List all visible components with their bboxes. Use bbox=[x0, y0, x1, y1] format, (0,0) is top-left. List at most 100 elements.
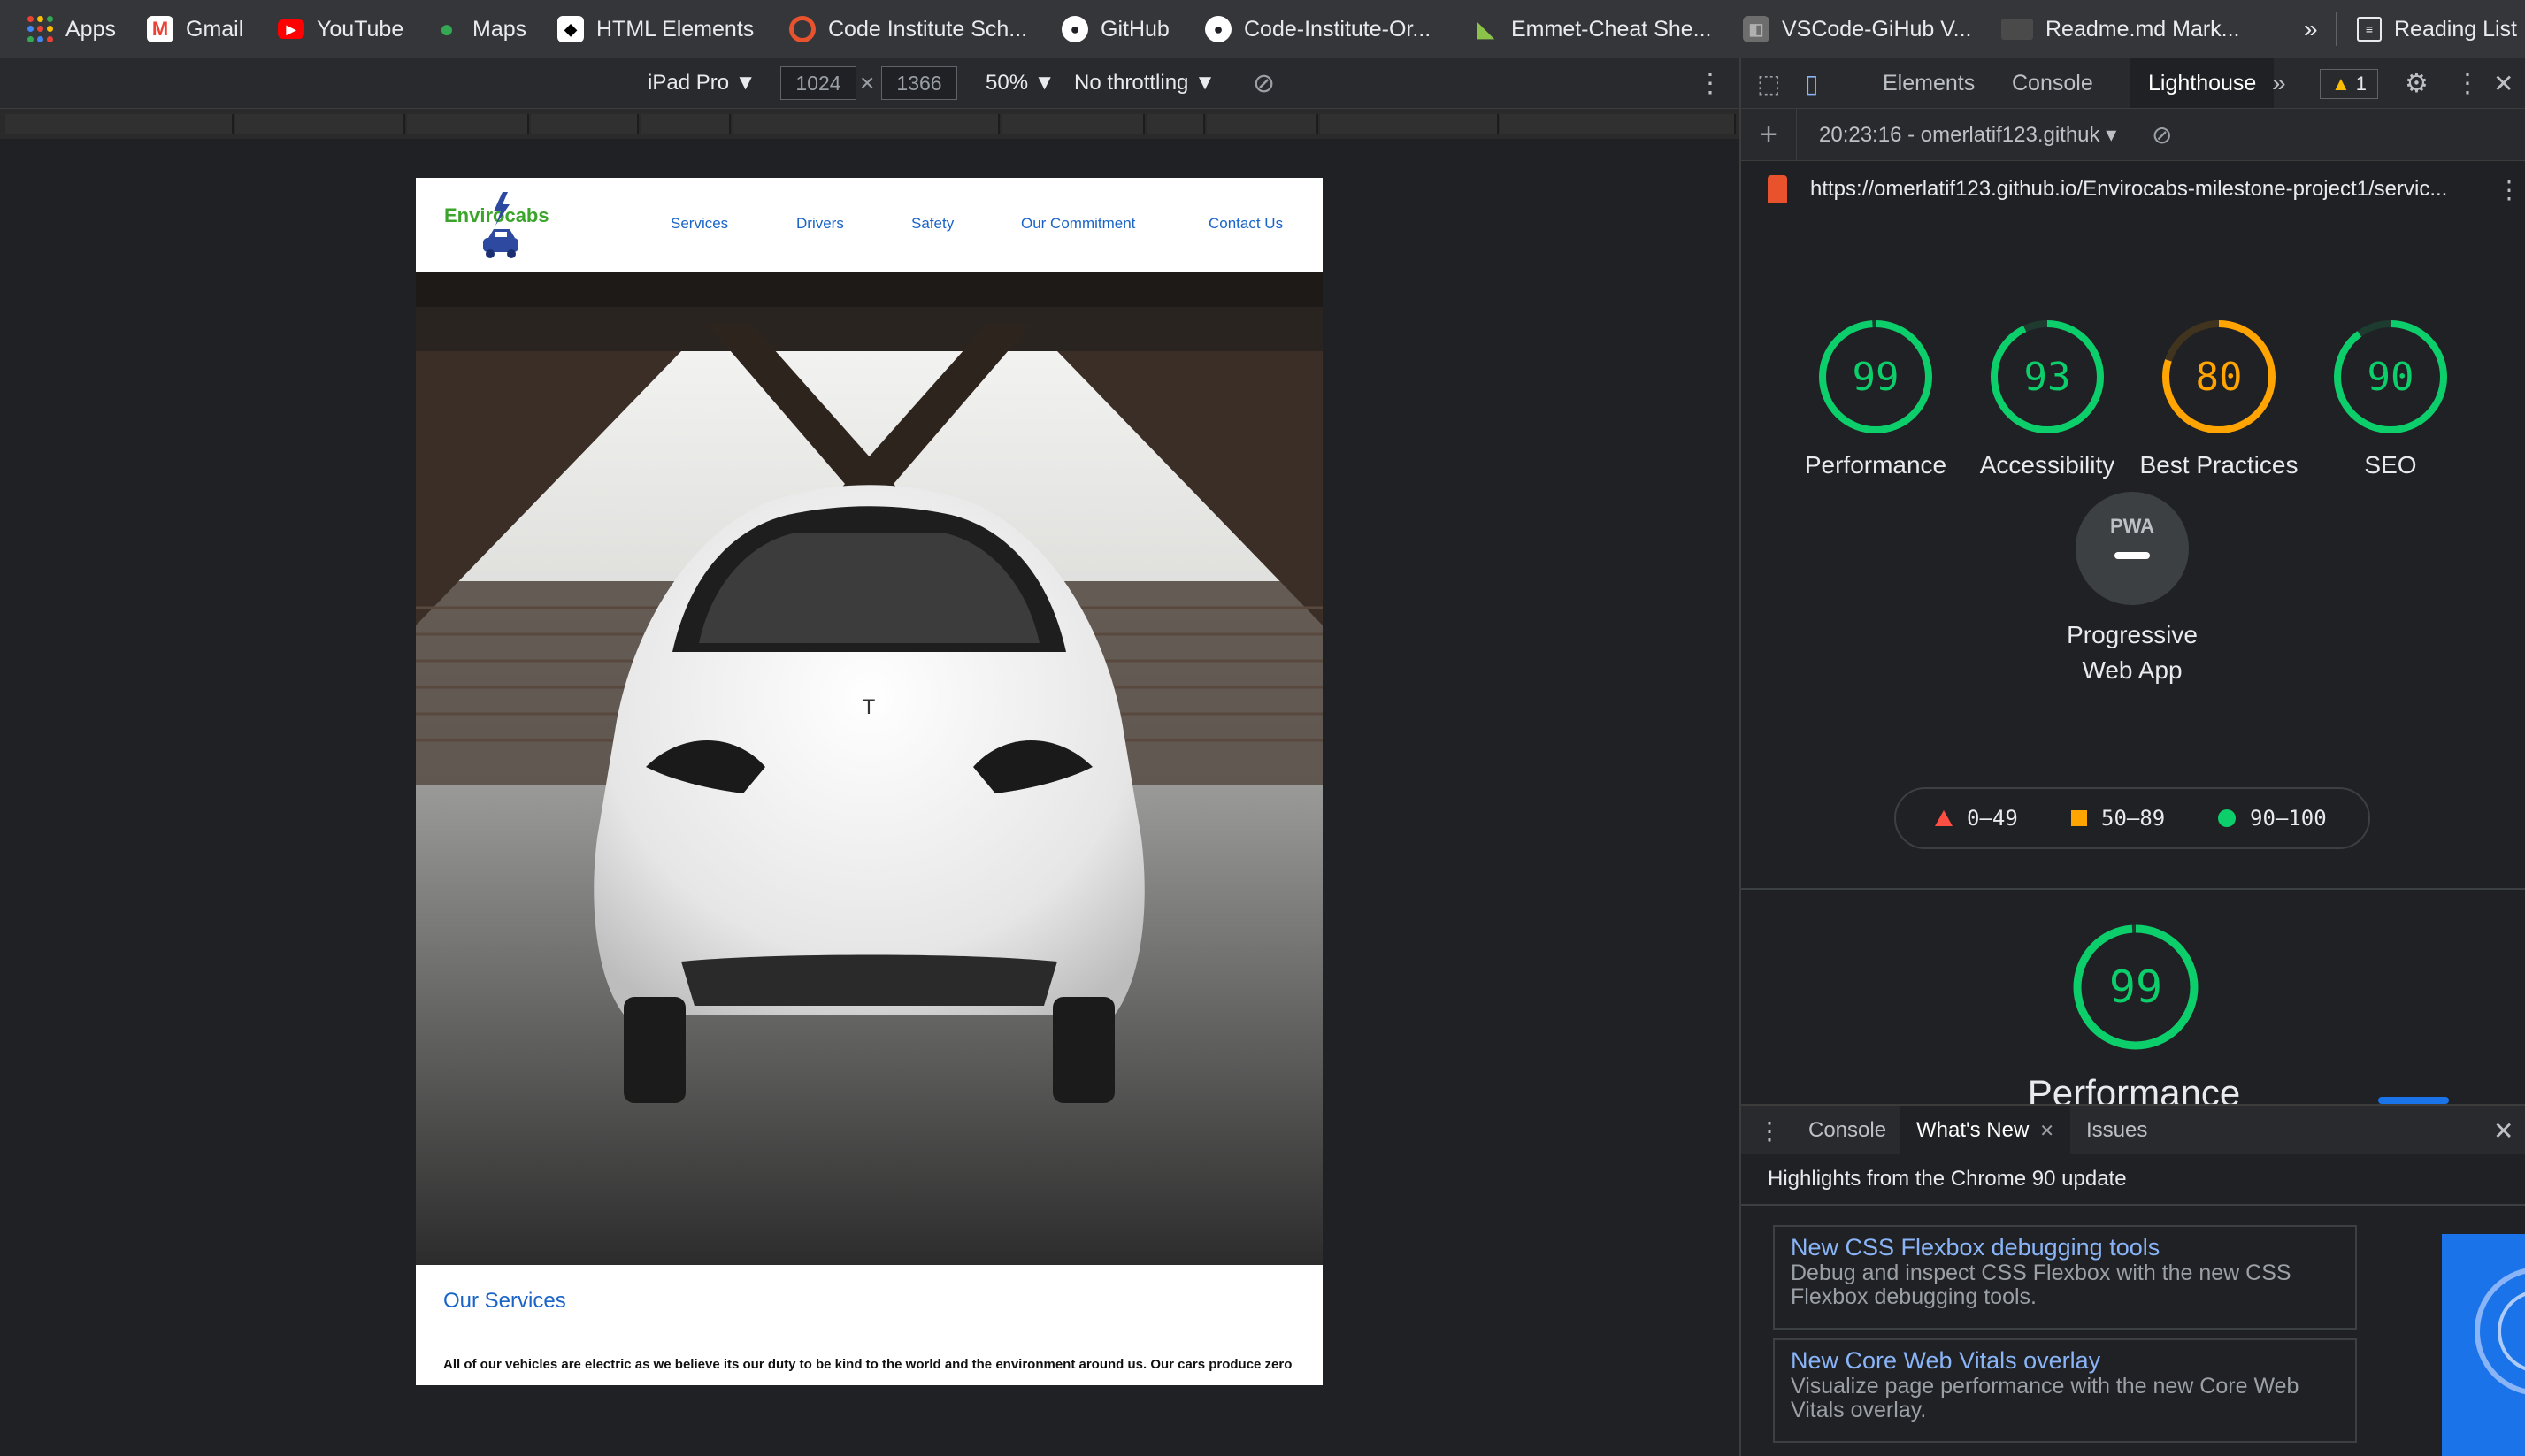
lighthouse-report: 99 Performance 93 Accessibility 80 Best … bbox=[1741, 218, 2525, 1114]
bookmark-maps[interactable]: ● Maps bbox=[434, 0, 527, 58]
bookmark-code-institute[interactable]: Code Institute Sch... bbox=[789, 0, 1027, 58]
bookmark-youtube[interactable]: ▶ YouTube bbox=[278, 0, 403, 58]
nav-services[interactable]: Services bbox=[671, 215, 728, 233]
media-query-segment[interactable] bbox=[235, 114, 405, 134]
devtools-panel: ⬚ ▯ Elements Console Lighthouse » ▲ 1 ⚙ … bbox=[1739, 58, 2525, 1456]
bookmark-label: Gmail bbox=[186, 16, 244, 42]
device-select[interactable]: iPad Pro ▼ bbox=[648, 58, 756, 108]
whats-new-card[interactable]: New CSS Flexbox debugging tools Debug an… bbox=[1773, 1225, 2357, 1330]
bookmark-label: GitHub bbox=[1101, 16, 1170, 42]
whats-new-card[interactable]: New Core Web Vitals overlay Visualize pa… bbox=[1773, 1338, 2357, 1443]
settings-gear-icon[interactable]: ⚙ bbox=[2405, 58, 2429, 108]
inspect-element-icon[interactable]: ⬚ bbox=[1757, 58, 1780, 108]
site-header: Envirocabs Services Drivers Safety Our C… bbox=[416, 178, 1323, 272]
score-gauge-best-practices[interactable]: 80 bbox=[2160, 318, 2277, 435]
warnings-counter[interactable]: ▲ 1 bbox=[2320, 69, 2378, 99]
bookmark-html-elements[interactable]: ◆ HTML Elements bbox=[557, 0, 754, 58]
media-query-segment[interactable] bbox=[1147, 114, 1205, 134]
card-title[interactable]: New CSS Flexbox debugging tools bbox=[1791, 1234, 2339, 1261]
score-value: 80 bbox=[2195, 354, 2243, 400]
bookmark-github[interactable]: ● GitHub bbox=[1062, 0, 1170, 58]
score-gauge-accessibility[interactable]: 93 bbox=[1989, 318, 2106, 435]
media-query-segment[interactable] bbox=[407, 114, 529, 134]
triangle-icon bbox=[1935, 810, 1953, 826]
media-query-segment[interactable] bbox=[1500, 114, 1736, 134]
bookmark-readme[interactable]: Readme.md Mark... bbox=[2001, 0, 2240, 58]
score-gauge-seo[interactable]: 90 bbox=[2332, 318, 2449, 435]
scroll-indicator[interactable] bbox=[2378, 1097, 2449, 1104]
close-drawer-icon[interactable]: ✕ bbox=[2493, 1106, 2513, 1155]
drawer-tab-bar: ⋮ Console What's New ✕ Issues ✕ bbox=[1741, 1104, 2525, 1156]
media-query-segment[interactable] bbox=[1002, 114, 1145, 134]
pwa-badge[interactable]: PWA bbox=[2076, 492, 2189, 605]
viewport-height-input[interactable]: 1366 bbox=[881, 66, 957, 100]
viewport-width-input[interactable]: 1024 bbox=[780, 66, 856, 100]
media-query-segment[interactable] bbox=[641, 114, 731, 134]
devtools-menu-icon[interactable]: ⋮ bbox=[2454, 58, 2481, 108]
more-options-icon[interactable]: ⋮ bbox=[1697, 58, 1723, 108]
gmail-icon: M bbox=[147, 16, 173, 42]
clear-reports-icon[interactable]: ⊘ bbox=[2152, 109, 2172, 160]
report-select[interactable]: 20:23:16 - omerlatif123.githuk ▾ bbox=[1819, 109, 2116, 160]
bookmark-code-institute-org[interactable]: ● Code-Institute-Or... bbox=[1205, 0, 1431, 58]
tab-console[interactable]: Console bbox=[2012, 58, 2093, 108]
bookmark-label: VSCode-GiHub V... bbox=[1782, 16, 1972, 42]
divider bbox=[1741, 1204, 2525, 1206]
close-tab-icon[interactable]: ✕ bbox=[2039, 1120, 2054, 1142]
youtube-icon: ▶ bbox=[278, 19, 304, 39]
media-query-segment[interactable] bbox=[5, 114, 234, 134]
media-query-segment[interactable] bbox=[1207, 114, 1318, 134]
tab-elements[interactable]: Elements bbox=[1883, 58, 1975, 108]
reading-list-button[interactable]: ≡ Reading List bbox=[2357, 0, 2517, 58]
score-value: 93 bbox=[2023, 354, 2071, 400]
score-value: 90 bbox=[2367, 354, 2414, 400]
apps-grid-icon bbox=[27, 16, 53, 42]
nav-safety[interactable]: Safety bbox=[911, 215, 954, 233]
drawer-tab-console[interactable]: Console bbox=[1808, 1106, 1886, 1155]
nav-drivers[interactable]: Drivers bbox=[796, 215, 844, 233]
more-tabs-button[interactable]: » bbox=[2272, 58, 2286, 108]
card-title[interactable]: New Core Web Vitals overlay bbox=[1791, 1347, 2339, 1375]
bookmark-gmail[interactable]: M Gmail bbox=[147, 0, 243, 58]
new-report-button[interactable]: + bbox=[1741, 109, 1797, 160]
close-devtools-icon[interactable]: ✕ bbox=[2493, 58, 2513, 108]
section-title-our-services: Our Services bbox=[443, 1289, 566, 1313]
pwa-label: Progressive Web App bbox=[2067, 621, 2198, 684]
bookmarks-bar: Apps M Gmail ▶ YouTube ● Maps ◆ HTML Ele… bbox=[0, 0, 2525, 59]
nav-contact-us[interactable]: Contact Us bbox=[1209, 215, 1283, 233]
tab-lighthouse[interactable]: Lighthouse bbox=[2130, 58, 2275, 108]
github-icon: ● bbox=[1062, 16, 1088, 42]
bookmark-label: HTML Elements bbox=[596, 16, 755, 42]
zoom-select[interactable]: 50% ▼ bbox=[986, 58, 1055, 108]
score-gauge-performance[interactable]: 99 bbox=[1817, 318, 1934, 435]
lighthouse-toolbar: + 20:23:16 - omerlatif123.githuk ▾ ⊘ bbox=[1741, 109, 2525, 161]
section-divider bbox=[1741, 888, 2525, 890]
drawer-tab-issues[interactable]: Issues bbox=[2086, 1106, 2147, 1155]
media-query-segment[interactable] bbox=[1320, 114, 1499, 134]
square-icon bbox=[2071, 810, 2087, 826]
nav-our-commitment[interactable]: Our Commitment bbox=[1021, 215, 1135, 233]
whats-new-heading: Highlights from the Chrome 90 update bbox=[1768, 1167, 2127, 1191]
legend-pass: 90–100 bbox=[2218, 789, 2327, 847]
bookmark-emmet[interactable]: ◣ Emmet-Cheat She... bbox=[1472, 0, 1712, 58]
report-menu-icon[interactable]: ⋮ bbox=[2497, 161, 2521, 218]
drawer-menu-icon[interactable]: ⋮ bbox=[1757, 1106, 1782, 1155]
hero-image-white-electric-car: T bbox=[416, 272, 1323, 1265]
bookmark-vscode-github[interactable]: ◧ VSCode-GiHub V... bbox=[1743, 0, 1971, 58]
media-query-bar bbox=[0, 109, 1739, 139]
throttling-select[interactable]: No throttling ▼ bbox=[1074, 58, 1216, 108]
emulated-viewport: Envirocabs Services Drivers Safety Our C… bbox=[416, 178, 1323, 1385]
bookmark-apps[interactable]: Apps bbox=[27, 0, 116, 58]
emmet-icon: ◣ bbox=[1477, 17, 1494, 42]
media-query-segment[interactable] bbox=[531, 114, 639, 134]
reading-list-icon: ≡ bbox=[2357, 17, 2382, 42]
device-toggle-icon[interactable]: ▯ bbox=[1805, 58, 1818, 108]
rotate-icon[interactable]: ⊘ bbox=[1253, 58, 1275, 108]
media-query-segment[interactable] bbox=[733, 114, 1000, 134]
bookmark-label: Code-Institute-Or... bbox=[1244, 16, 1431, 42]
score-legend: 0–49 50–89 90–100 bbox=[1894, 787, 2370, 849]
devtools-tab-bar: ⬚ ▯ Elements Console Lighthouse » ▲ 1 ⚙ … bbox=[1741, 58, 2525, 109]
report-url: https://omerlatif123.github.io/Envirocab… bbox=[1810, 177, 2448, 201]
drawer-tab-whats-new[interactable]: What's New ✕ bbox=[1900, 1106, 2071, 1155]
bookmarks-overflow-button[interactable]: » bbox=[2304, 0, 2318, 58]
